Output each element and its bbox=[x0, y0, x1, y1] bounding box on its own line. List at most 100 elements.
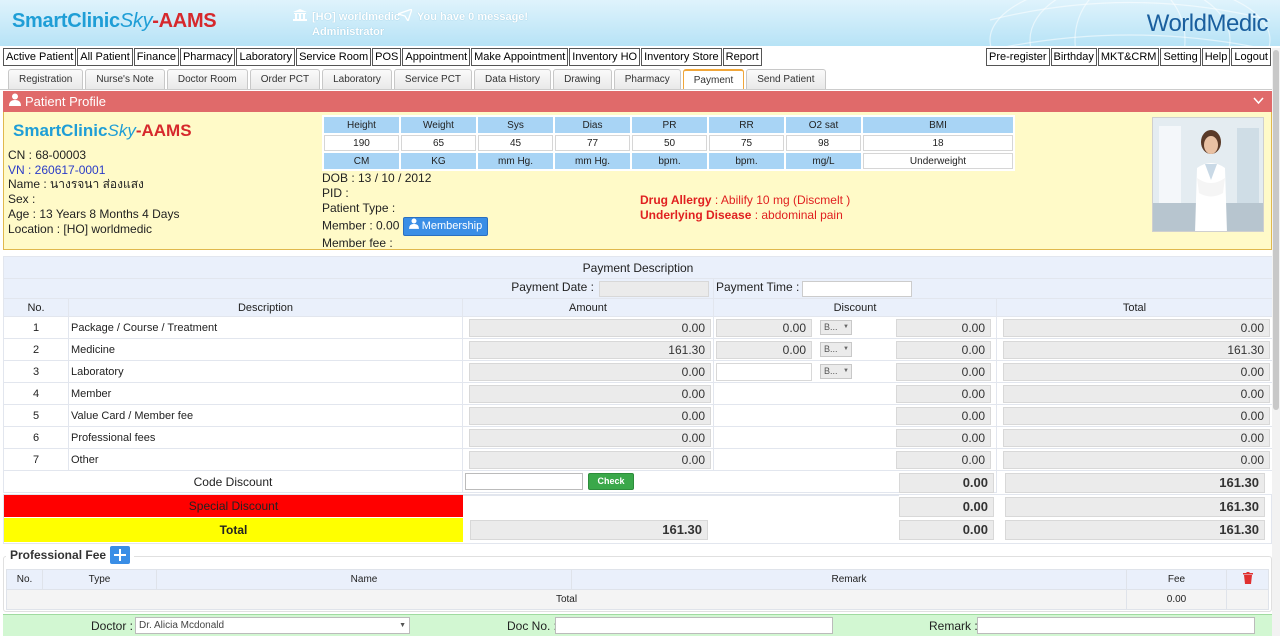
special-discount-label: Special Discount bbox=[4, 495, 463, 517]
professional-fee-table: No. Type Name Remark Fee Total 0.00 bbox=[6, 569, 1269, 610]
patient-sex: Sex : bbox=[8, 192, 36, 207]
payment-row-amount-cell: 0.00 bbox=[462, 316, 714, 339]
menu-item-help[interactable]: Help bbox=[1201, 48, 1231, 66]
add-professional-fee-button[interactable] bbox=[110, 546, 131, 564]
tab-registration[interactable]: Registration bbox=[8, 69, 84, 90]
payment-amount-field: 0.00 bbox=[469, 384, 711, 403]
vital-unit-rr: bpm. bbox=[709, 153, 784, 169]
payment-row-discount-cell: 0.00 B... 0.00 bbox=[713, 338, 997, 361]
doctor-select[interactable]: Dr. Alicia Mcdonald ▼ bbox=[135, 617, 410, 634]
menu-item-pos[interactable]: POS bbox=[372, 48, 402, 66]
menu-item-mkt-crm[interactable]: MKT&CRM bbox=[1097, 48, 1160, 66]
paper-plane-icon bbox=[395, 7, 414, 24]
discount-row-wrap: 0.00 bbox=[714, 406, 996, 425]
tab-laboratory[interactable]: Laboratory bbox=[322, 69, 392, 90]
payment-row: 4 Member 0.00 0.00 0.00 bbox=[3, 382, 1274, 405]
menu-item-service-room[interactable]: Service Room bbox=[296, 48, 372, 66]
payment-time-label: Payment Time : bbox=[716, 280, 800, 295]
tab-drawing[interactable]: Drawing bbox=[553, 69, 612, 90]
vital-value-bmi: 18 bbox=[863, 135, 1013, 151]
payment-amount-field: 0.00 bbox=[469, 428, 711, 447]
pf-total-value: 0.00 bbox=[1126, 589, 1227, 610]
vital-unit-dias: mm Hg. bbox=[555, 153, 630, 169]
special-discount-total: 161.30 bbox=[1005, 497, 1265, 517]
membership-button[interactable]: Membership bbox=[402, 216, 489, 236]
discount-total-field: 0.00 bbox=[896, 384, 991, 403]
discount-input[interactable] bbox=[716, 362, 812, 381]
menu-item-pre-register[interactable]: Pre-register bbox=[986, 48, 1050, 66]
menu-item-finance[interactable]: Finance bbox=[133, 48, 179, 66]
payment-row-total-cell: 161.30 bbox=[995, 338, 1274, 361]
menu-item-appointment[interactable]: Appointment bbox=[402, 48, 471, 66]
scrollbar-thumb[interactable] bbox=[1273, 50, 1279, 410]
vital-header-pr: PR bbox=[632, 117, 707, 133]
underlying-disease: Underlying Disease : abdominal pain bbox=[640, 208, 850, 223]
underlying-disease-value: : abdominal pain bbox=[751, 208, 843, 222]
menu-item-logout[interactable]: Logout bbox=[1231, 48, 1271, 66]
payment-row-desc: Member bbox=[68, 382, 463, 405]
discount-input[interactable]: 0.00 bbox=[716, 340, 812, 359]
discount-type-select[interactable]: B... bbox=[820, 320, 852, 335]
payment-row-desc: Medicine bbox=[68, 338, 463, 361]
message-notice[interactable]: You have 0 message! bbox=[395, 7, 529, 24]
menu-left-group: Active Patient All Patient Finance Pharmacy… bbox=[3, 48, 763, 66]
payment-col-description: Description bbox=[68, 298, 463, 317]
chevron-down-icon[interactable] bbox=[1253, 91, 1264, 112]
patient-profile-header[interactable]: Patient Profile bbox=[3, 91, 1272, 112]
tab-pharmacy[interactable]: Pharmacy bbox=[613, 69, 681, 90]
total-field: 0.00 bbox=[1003, 406, 1271, 425]
payment-amount-field: 0.00 bbox=[469, 406, 711, 425]
discount-type-select[interactable]: B... bbox=[820, 342, 852, 357]
special-discount-empty bbox=[463, 495, 899, 517]
module-tabs: Registration Nurse's Note Doctor Room Order… bbox=[8, 69, 828, 90]
main-menu: Active Patient All Patient Finance Pharmacy… bbox=[0, 48, 1280, 66]
menu-item-inventory-ho[interactable]: Inventory HO bbox=[569, 48, 641, 66]
discount-total-field: 0.00 bbox=[896, 406, 991, 425]
check-code-button[interactable]: Check bbox=[588, 473, 635, 490]
menu-item-make-appointment[interactable]: Make Appointment bbox=[471, 48, 569, 66]
trash-icon[interactable] bbox=[1242, 572, 1253, 587]
tab-nurse-s-note[interactable]: Nurse's Note bbox=[85, 69, 165, 90]
menu-item-inventory-store[interactable]: Inventory Store bbox=[641, 48, 722, 66]
menu-item-pharmacy[interactable]: Pharmacy bbox=[179, 48, 236, 66]
discount-input[interactable]: 0.00 bbox=[716, 318, 812, 337]
patient-member: Member : 0.00 Membership bbox=[322, 216, 489, 236]
menu-item-birthday[interactable]: Birthday bbox=[1050, 48, 1097, 66]
page-scrollbar[interactable] bbox=[1272, 48, 1280, 636]
menu-item-all-patient[interactable]: All Patient bbox=[77, 48, 133, 66]
remark-input[interactable] bbox=[977, 617, 1255, 634]
tab-order-pct[interactable]: Order PCT bbox=[249, 69, 321, 90]
patient-alerts: Drug Allergy : Abilify 10 mg (Discmelt )… bbox=[640, 193, 850, 223]
patient-basic-info: CN : 68-00003 VN : 260617-0001 Name : นา… bbox=[8, 148, 179, 236]
vital-unit-height: CM bbox=[324, 153, 399, 169]
app-logo[interactable]: SmartClinicSky-AAMS bbox=[12, 10, 217, 33]
tab-data-history[interactable]: Data History bbox=[474, 69, 552, 90]
patient-member-fee: Member fee : bbox=[322, 235, 393, 250]
tab-payment[interactable]: Payment bbox=[682, 69, 745, 90]
discount-row-wrap: 0.00 B... 0.00 bbox=[714, 340, 996, 359]
payment-row-total-cell: 0.00 bbox=[995, 426, 1274, 449]
menu-item-laboratory[interactable]: Laboratory bbox=[236, 48, 296, 66]
payment-time-input[interactable] bbox=[802, 280, 913, 297]
payment-date-cell: Payment Date : bbox=[3, 278, 714, 299]
doc-no-input[interactable] bbox=[555, 617, 833, 634]
tab-doctor-room[interactable]: Doctor Room bbox=[166, 69, 248, 90]
message-count-text: You have 0 message! bbox=[417, 10, 529, 23]
payment-row-discount-cell: 0.00 bbox=[713, 382, 997, 405]
patient-profile-panel: SmartClinicSky-AAMS CN : 68-00003 VN : 2… bbox=[3, 112, 1272, 250]
total-field: 161.30 bbox=[1003, 340, 1271, 359]
payment-date-input[interactable] bbox=[599, 280, 709, 297]
menu-item-setting[interactable]: Setting bbox=[1160, 48, 1201, 66]
patient-name: Name : นางรจนา ส่องแสง bbox=[8, 177, 144, 192]
discount-type-select[interactable]: B... bbox=[820, 364, 852, 379]
payment-row-no: 7 bbox=[3, 448, 69, 471]
menu-item-report[interactable]: Report bbox=[722, 48, 762, 66]
tab-send-patient[interactable]: Send Patient bbox=[746, 69, 826, 90]
pf-total-empty bbox=[1226, 589, 1269, 610]
code-discount-input[interactable] bbox=[465, 473, 583, 490]
tab-service-pct[interactable]: Service PCT bbox=[393, 69, 473, 90]
branch-name: [HO] worldmedic bbox=[312, 11, 401, 23]
payment-col-amount: Amount bbox=[462, 298, 714, 317]
menu-item-active-patient[interactable]: Active Patient bbox=[3, 48, 77, 66]
vital-unit-pr: bpm. bbox=[632, 153, 707, 169]
